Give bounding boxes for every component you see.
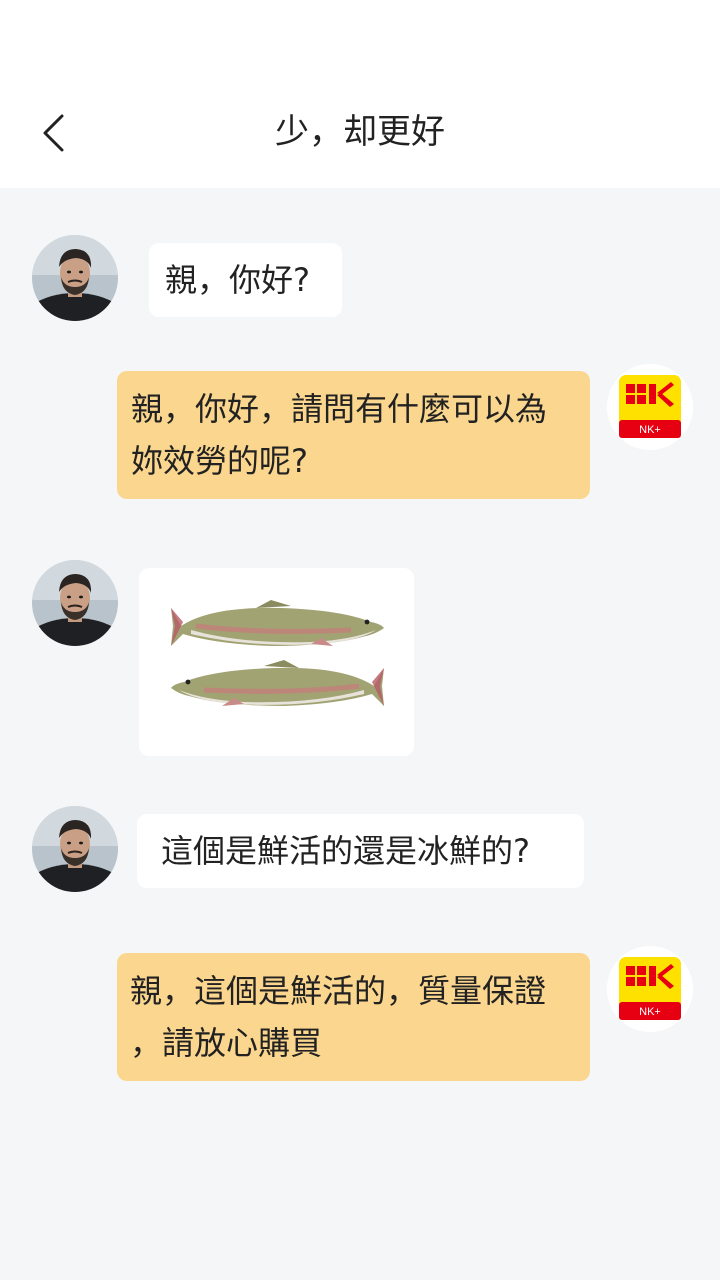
customer-avatar[interactable] [32, 235, 118, 321]
person-avatar-icon [32, 806, 118, 892]
message-text-line: ，請放心購買 [130, 1024, 323, 1062]
trout-photo [139, 568, 414, 756]
message-text-line: 妳效勞的呢? [131, 442, 308, 480]
logo-text: NK+ [639, 424, 661, 436]
message-bubble-outgoing[interactable]: 親，你好，請問有什麼可以為 妳效勞的呢? [117, 371, 590, 499]
person-avatar-icon [32, 235, 118, 321]
logo-text: NK+ [639, 1006, 661, 1018]
shop-avatar[interactable]: NK+ [607, 364, 693, 450]
person-avatar-icon [32, 560, 118, 646]
shop-avatar[interactable]: NK+ [607, 946, 693, 1032]
message-bubble-outgoing[interactable]: 親，這個是鮮活的，質量保證 ，請放心購買 [117, 953, 590, 1081]
message-bubble-incoming[interactable]: 這個是鮮活的還是冰鮮的? [137, 814, 584, 888]
page-title: 少，却更好 [275, 112, 445, 152]
header: 少，却更好 [0, 0, 720, 188]
customer-avatar[interactable] [32, 806, 118, 892]
nk-plus-logo-icon: NK+ [607, 364, 693, 450]
message-bubble-incoming[interactable]: 親，你好? [149, 243, 342, 317]
message-text-line: 親，你好，請問有什麼可以為 [131, 390, 548, 428]
message-text: 親，你好? [165, 261, 310, 299]
customer-avatar[interactable] [32, 560, 118, 646]
message-text: 這個是鮮活的還是冰鮮的? [161, 832, 530, 870]
message-text-line: 親，這個是鮮活的，質量保證 [130, 972, 547, 1010]
image-message[interactable] [139, 568, 414, 756]
nk-plus-logo-icon: NK+ [607, 946, 693, 1032]
